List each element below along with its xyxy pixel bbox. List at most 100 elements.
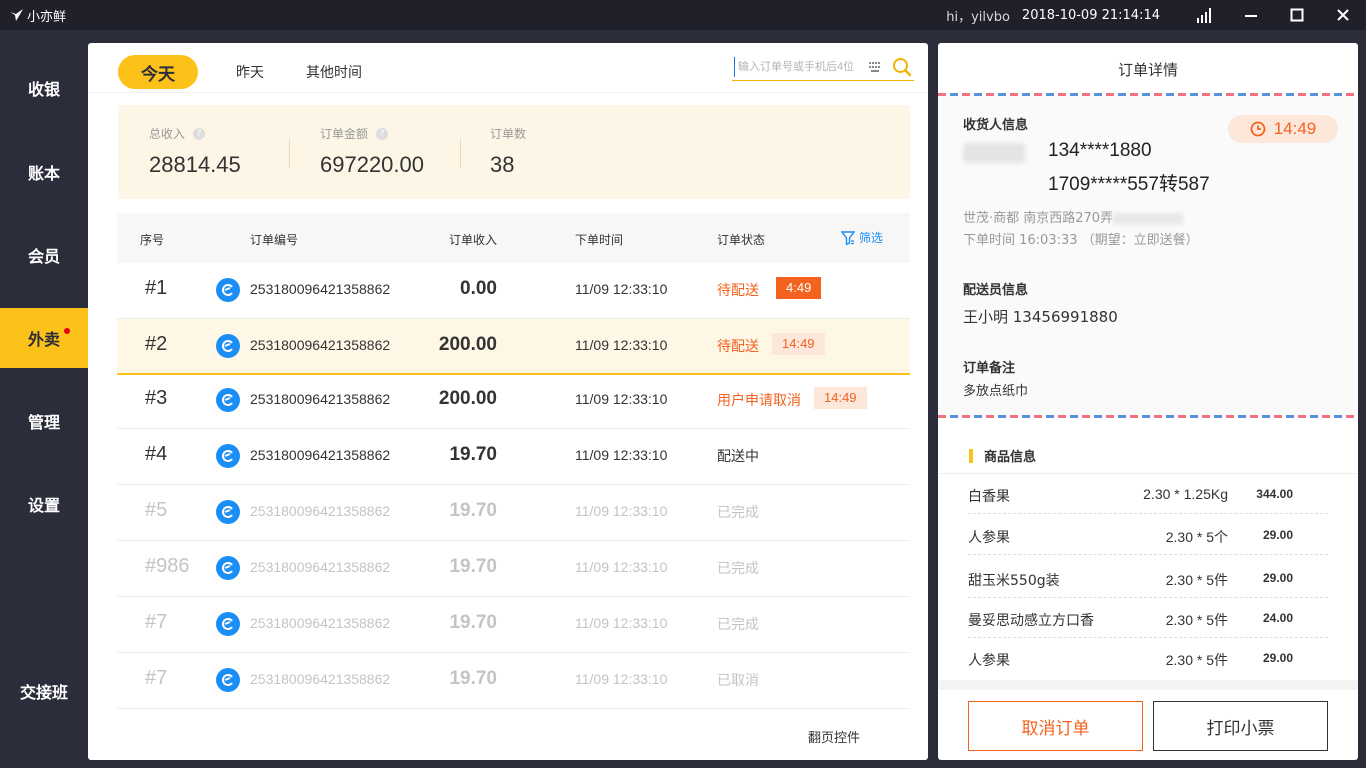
- row-orderno: 253180096421358862: [250, 503, 391, 519]
- row-orderno: 253180096421358862: [250, 559, 391, 575]
- eleme-channel-icon: [216, 500, 240, 524]
- row-status: 配送中: [717, 449, 759, 465]
- cancel-order-button[interactable]: 取消订单: [968, 701, 1143, 751]
- table-row[interactable]: #986 253180096421358862 19.70 11/09 12:3…: [117, 541, 910, 597]
- filter-label: 筛选: [859, 231, 884, 245]
- sidebar-item-shift-handover[interactable]: 交接班: [0, 661, 88, 721]
- row-income: 19.70: [449, 612, 497, 633]
- sidebar-item-label: 交接班: [19, 683, 68, 702]
- eleme-channel-icon: [216, 444, 240, 468]
- sidebar-item-label: 收银: [27, 80, 60, 99]
- address-masked: [1113, 212, 1184, 225]
- remark-text: 多放点纸巾: [963, 384, 1029, 399]
- recipient-label: 收货人信息: [963, 118, 1029, 133]
- detail-title: 订单详情: [1117, 61, 1178, 79]
- recipient-address: 世茂·商都 南京西路270弄: [963, 207, 1184, 226]
- table-row[interactable]: #3 253180096421358862 200.00 11/09 12:33…: [117, 373, 910, 429]
- current-datetime: 2018-10-09 21:14:14: [1021, 7, 1160, 23]
- eleme-channel-icon: [216, 556, 240, 580]
- search-icon[interactable]: [892, 57, 912, 77]
- sidebar-item-takeout[interactable]: 外卖: [0, 308, 88, 368]
- eleme-channel-icon: [216, 668, 240, 692]
- summary-panel: 总收入? 28814.45 订单金额? 697220.00 订单数 38: [118, 105, 910, 199]
- recipient-phone: 134****1880: [1048, 140, 1152, 161]
- tab-other-time[interactable]: 其他时间: [306, 62, 362, 82]
- address-text: 世茂·商都 南京西路270弄: [963, 211, 1114, 226]
- row-time: 11/09 12:33:10: [575, 391, 668, 407]
- sidebar-item-settings[interactable]: 设置: [0, 474, 88, 534]
- countdown-value: 14:49: [1273, 119, 1317, 138]
- order-count-value: 38: [490, 152, 515, 177]
- row-orderno: 253180096421358862: [250, 447, 391, 463]
- table-row[interactable]: #1 253180096421358862 0.00 11/09 12:33:1…: [117, 263, 910, 319]
- eleme-channel-icon: [216, 278, 240, 302]
- goods-name: 人参果: [968, 653, 1010, 669]
- goods-price: 29.00: [1262, 651, 1293, 665]
- section-marker: [969, 448, 973, 463]
- table-row[interactable]: #7 253180096421358862 19.70 11/09 12:33:…: [117, 597, 910, 653]
- sidebar-item-label: 账本: [27, 164, 60, 183]
- goods-name: 人参果: [968, 530, 1010, 546]
- goods-name: 白香果: [968, 489, 1010, 505]
- row-seq: #1: [145, 277, 168, 299]
- help-icon[interactable]: ?: [376, 127, 389, 140]
- total-income-stat: 总收入? 28814.45: [149, 125, 241, 178]
- countdown-badge: 14:49: [814, 387, 867, 409]
- countdown-timer: 14:49: [1228, 115, 1338, 143]
- goods-qty: 2.30 * 5件: [1165, 572, 1228, 588]
- sidebar-item-label: 外卖: [27, 330, 60, 349]
- sidebar-item-label: 设置: [27, 496, 60, 515]
- close-icon[interactable]: [1320, 0, 1366, 30]
- sidebar-item-members[interactable]: 会员: [0, 225, 88, 285]
- row-status: 已取消: [717, 673, 759, 689]
- row-status: 待配送: [717, 283, 759, 299]
- column-time: 下单时间: [575, 233, 624, 247]
- row-time: 11/09 12:33:10: [575, 671, 668, 687]
- row-time: 11/09 12:33:10: [575, 447, 668, 463]
- pagination-control[interactable]: 翻页控件: [808, 727, 860, 746]
- row-income: 200.00: [438, 388, 497, 409]
- table-row[interactable]: #5 253180096421358862 19.70 11/09 12:33:…: [117, 485, 910, 541]
- row-time: 11/09 12:33:10: [575, 615, 668, 631]
- divider: [289, 139, 290, 169]
- row-status: 已完成: [717, 617, 759, 633]
- logo-icon: [10, 9, 23, 21]
- help-icon[interactable]: ?: [193, 127, 206, 140]
- divider: [460, 139, 461, 169]
- print-receipt-button[interactable]: 打印小票: [1153, 701, 1328, 751]
- search-input[interactable]: [734, 57, 864, 77]
- goods-item: 曼妥思动感立方口香 2.30 * 5件 24.00: [968, 598, 1328, 638]
- sidebar-item-ledger[interactable]: 账本: [0, 142, 88, 202]
- goods-qty: 2.30 * 5件: [1165, 652, 1228, 668]
- signal-icon: [1182, 0, 1228, 30]
- sidebar: 收银 账本 会员 外卖 管理 设置 交接班: [0, 30, 88, 768]
- goods-label: 商品信息: [984, 450, 1037, 465]
- clock-icon: [1250, 121, 1266, 137]
- row-income: 0.00: [460, 278, 497, 299]
- filter-button[interactable]: 筛选: [841, 229, 883, 246]
- sidebar-item-manage[interactable]: 管理: [0, 391, 88, 451]
- order-list-panel: 今天 昨天 其他时间 总收入? 28814.45 订单金额? 697220.00…: [88, 43, 928, 760]
- row-income: 19.70: [449, 500, 497, 521]
- goods-price: 24.00: [1262, 611, 1293, 625]
- table-row[interactable]: #2 253180096421358862 200.00 11/09 12:33…: [117, 319, 910, 375]
- row-orderno: 253180096421358862: [250, 337, 391, 353]
- courier-info: 王小明 13456991880: [963, 308, 1118, 326]
- minimize-icon[interactable]: [1228, 0, 1274, 30]
- recipient-name-masked: [963, 143, 1025, 163]
- title-bar: 小亦鲜 hi，yilvbo 2018-10-09 21:14:14: [0, 0, 1366, 30]
- row-orderno: 253180096421358862: [250, 391, 391, 407]
- tab-yesterday[interactable]: 昨天: [236, 62, 264, 82]
- order-count-stat: 订单数 38: [490, 125, 526, 178]
- goods-price: 344.00: [1256, 487, 1293, 501]
- goods-price: 29.00: [1262, 571, 1293, 585]
- row-status: 已完成: [717, 505, 759, 521]
- maximize-icon[interactable]: [1274, 0, 1320, 30]
- tab-today[interactable]: 今天: [118, 55, 198, 89]
- keyboard-icon[interactable]: [869, 62, 881, 72]
- table-row[interactable]: #7 253180096421358862 19.70 11/09 12:33:…: [117, 653, 910, 709]
- sidebar-item-cashier[interactable]: 收银: [0, 58, 88, 118]
- goods-qty: 2.30 * 5件: [1165, 612, 1228, 628]
- table-row[interactable]: #4 253180096421358862 19.70 11/09 12:33:…: [117, 429, 910, 485]
- airmail-divider: [938, 415, 1358, 418]
